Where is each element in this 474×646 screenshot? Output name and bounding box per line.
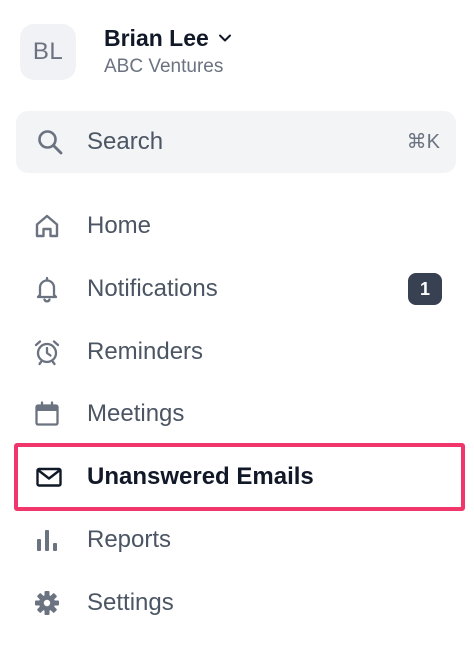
account-switcher[interactable]: BL Brian Lee ABC Ventures bbox=[20, 23, 460, 81]
search-icon bbox=[35, 127, 65, 157]
nav-item-label: Reminders bbox=[87, 338, 204, 365]
bar-chart-icon bbox=[32, 525, 62, 555]
search-label: Search bbox=[87, 128, 164, 155]
account-name: Brian Lee bbox=[104, 25, 209, 51]
sidebar: BL Brian Lee ABC Ventures Search ⌘K Home bbox=[0, 0, 474, 646]
account-name-row: Brian Lee bbox=[104, 24, 233, 52]
nav-item-reminders[interactable]: Reminders bbox=[16, 323, 462, 381]
chevron-down-icon[interactable] bbox=[217, 30, 233, 46]
account-org: ABC Ventures bbox=[104, 56, 224, 77]
home-icon bbox=[32, 211, 62, 241]
nav-item-label: Home bbox=[87, 212, 152, 239]
envelope-icon bbox=[34, 462, 64, 492]
nav-item-label: Meetings bbox=[87, 400, 185, 427]
account-text: Brian Lee ABC Ventures bbox=[104, 24, 233, 80]
nav-item-label: Notifications bbox=[87, 275, 218, 302]
alarm-clock-icon bbox=[32, 337, 62, 367]
nav-item-label: Settings bbox=[87, 589, 174, 616]
nav-item-label: Reports bbox=[87, 526, 172, 553]
bell-icon bbox=[32, 274, 62, 304]
search-button[interactable]: Search ⌘K bbox=[16, 111, 456, 173]
nav-item-home[interactable]: Home bbox=[16, 197, 462, 255]
calendar-icon bbox=[32, 399, 62, 429]
search-shortcut: ⌘K bbox=[406, 131, 440, 153]
gear-icon bbox=[32, 588, 62, 618]
notification-count-badge: 1 bbox=[408, 273, 442, 305]
nav-item-meetings[interactable]: Meetings bbox=[16, 385, 462, 443]
nav-item-label: Unanswered Emails bbox=[87, 463, 314, 490]
nav-item-reports[interactable]: Reports bbox=[16, 511, 462, 569]
avatar: BL bbox=[20, 24, 76, 80]
nav-item-unanswered-emails[interactable]: Unanswered Emails bbox=[14, 443, 465, 511]
nav-item-settings[interactable]: Settings bbox=[16, 574, 462, 632]
nav-item-notifications[interactable]: Notifications 1 bbox=[16, 260, 462, 318]
